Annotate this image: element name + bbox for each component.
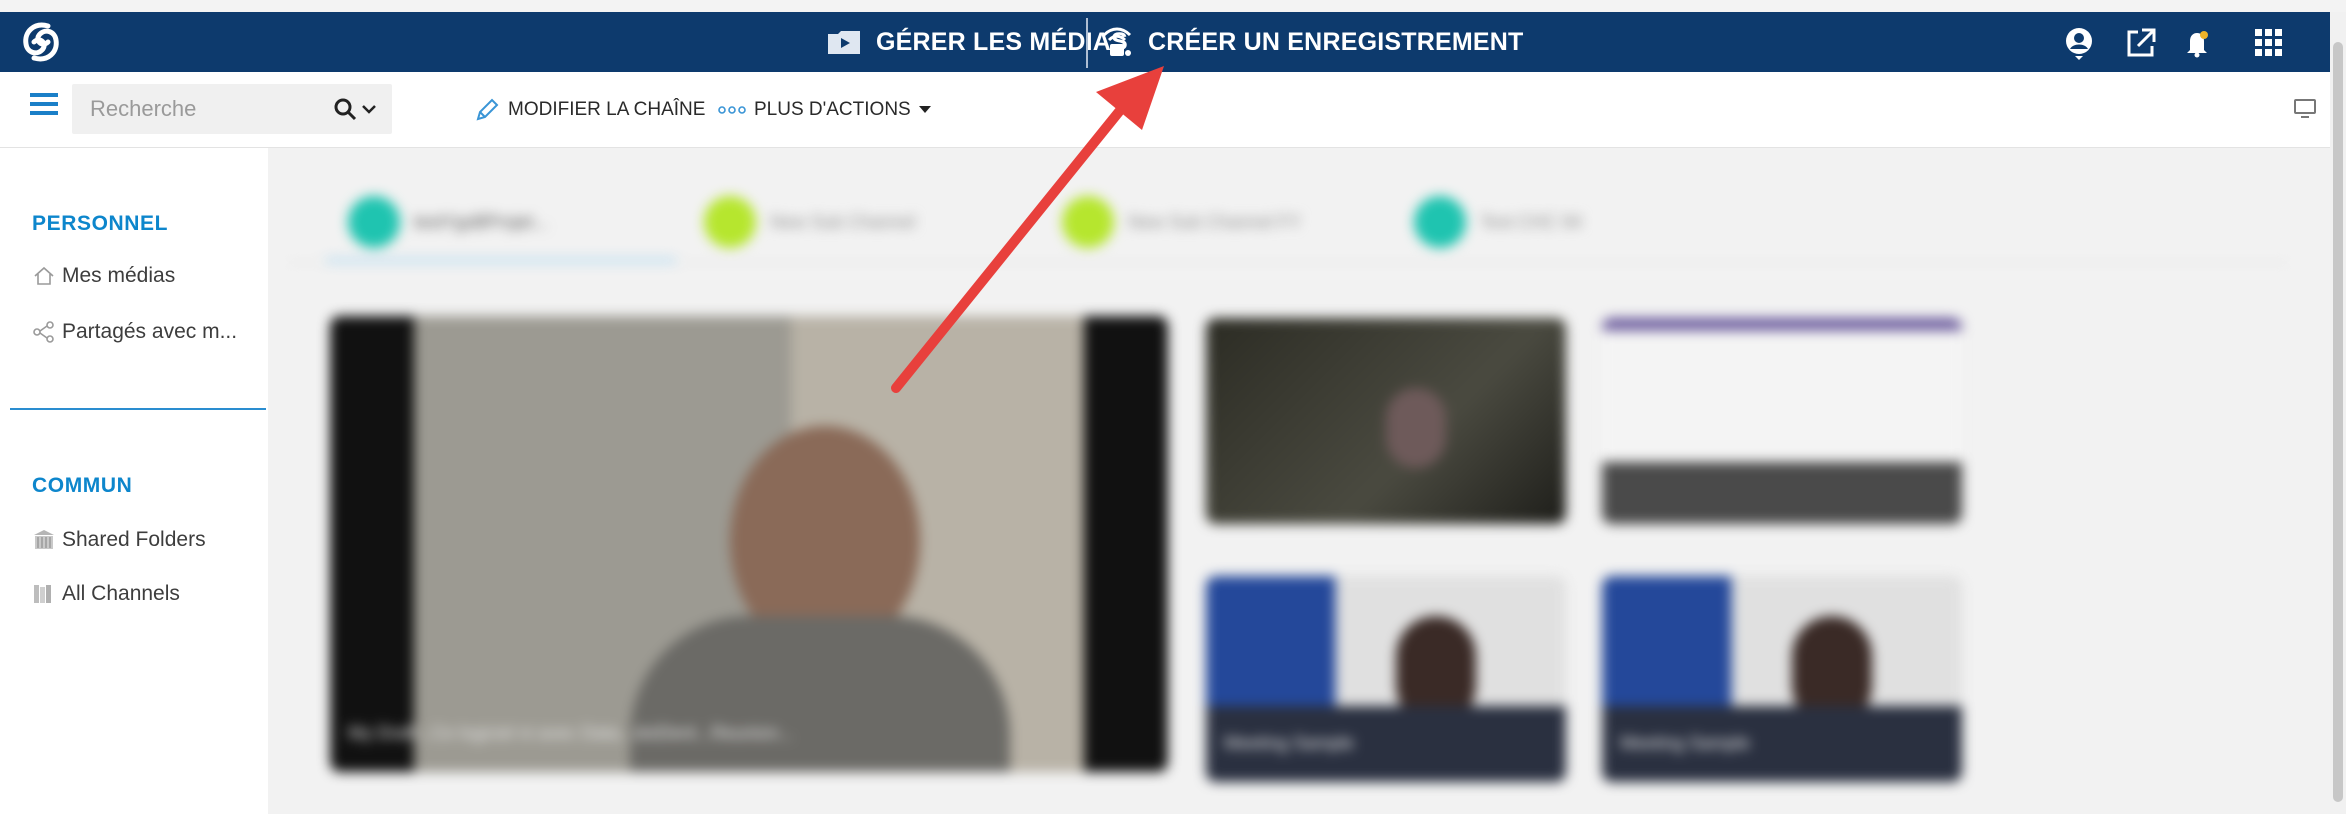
video-thumbnail-featured[interactable]: My Draft...Ce logiciel ni avec Data...do… [330, 316, 1168, 772]
library-books-icon [34, 585, 51, 603]
video-title: My Draft...Ce logiciel ni avec Data...do… [348, 723, 794, 743]
notification-bell-icon[interactable] [2180, 26, 2214, 60]
sidebar: PERSONNEL Mes médias Partagés avec m... … [0, 148, 268, 814]
blurred-channel-content: testYgsBProjet... New Sub Channel New Su… [268, 148, 2330, 814]
sidebar-item-shared-folders[interactable]: Shared Folders [32, 528, 206, 552]
chevron-down-icon [362, 105, 376, 114]
tab-channel-2[interactable]: New Sub Channel [704, 192, 915, 252]
share-icon [33, 321, 54, 343]
edit-channel-button[interactable]: MODIFIER LA CHAÎNE [474, 72, 705, 148]
manage-media-button[interactable]: GÉRER LES MÉDIAS [826, 12, 1128, 72]
building-icon [34, 530, 54, 549]
sidebar-item-my-media[interactable]: Mes médias [32, 264, 175, 288]
hamburger-menu-icon[interactable] [30, 92, 58, 116]
page-scrollbar[interactable] [2330, 12, 2346, 814]
more-dots-icon [718, 106, 746, 114]
channel-avatar [704, 196, 756, 248]
manage-media-label: GÉRER LES MÉDIAS [876, 27, 1128, 56]
sidebar-divider [10, 408, 266, 410]
channel-avatar [348, 196, 400, 248]
monitor-icon[interactable] [2292, 98, 2318, 120]
video-title: Meeting Sample [1224, 733, 1355, 753]
swirl-logo-icon[interactable] [18, 20, 64, 64]
app-grid-icon[interactable] [2252, 26, 2286, 60]
edit-channel-label: MODIFIER LA CHAÎNE [508, 99, 706, 120]
channel-avatar [1062, 196, 1114, 248]
top-navigation-bar: GÉRER LES MÉDIAS CRÉER UN ENREGISTREMENT [0, 12, 2330, 72]
scrollbar-thumb[interactable] [2333, 42, 2343, 802]
tab-channel-4[interactable]: Test CHC 94 [1414, 192, 1582, 252]
external-link-icon[interactable] [2124, 26, 2158, 60]
tab-label: testYgsBProjet... [414, 211, 549, 232]
sidebar-item-label: Shared Folders [62, 528, 206, 551]
sidebar-item-label: Mes médias [62, 264, 176, 287]
user-account-icon[interactable] [2062, 26, 2096, 60]
nav-divider [1086, 18, 1088, 68]
more-actions-label: PLUS D'ACTIONS [754, 99, 911, 120]
search-options-toggle[interactable] [332, 94, 386, 124]
channel-avatar [1414, 196, 1466, 248]
video-title: Meeting Sample [1620, 733, 1751, 753]
home-icon [34, 266, 54, 285]
wireless-recorder-icon [1102, 27, 1132, 56]
create-recording-button[interactable]: CRÉER UN ENREGISTREMENT [1100, 12, 1523, 72]
video-thumbnail[interactable] [1206, 318, 1566, 524]
sidebar-item-shared-with-me[interactable]: Partagés avec m... [32, 320, 237, 344]
video-thumbnail[interactable]: Meeting Sample [1602, 576, 1962, 782]
sidebar-item-all-channels[interactable]: All Channels [32, 582, 180, 606]
search-box [72, 84, 392, 134]
tab-label: Test CHC 94 [1480, 211, 1583, 232]
personal-section-title: PERSONNEL [32, 212, 169, 235]
search-input[interactable] [90, 84, 330, 134]
tab-channel-1[interactable]: testYgsBProjet... [348, 192, 548, 252]
pencil-icon [476, 98, 499, 121]
video-thumbnail[interactable]: Meeting Sample [1206, 576, 1566, 782]
media-folder-icon [828, 31, 860, 54]
main-content: testYgsBProjet... New Sub Channel New Su… [268, 148, 2330, 814]
active-tab-indicator [326, 258, 676, 263]
more-actions-dropdown[interactable]: PLUS D'ACTIONS [718, 72, 931, 148]
caret-down-icon [918, 106, 931, 113]
tab-label: New Sub Channel FY [1128, 211, 1302, 232]
sidebar-item-label: All Channels [62, 582, 180, 605]
tab-label: New Sub Channel [770, 211, 916, 232]
tab-channel-3[interactable]: New Sub Channel FY [1062, 192, 1301, 252]
search-icon [334, 98, 357, 121]
toolbar: MODIFIER LA CHAÎNE PLUS D'ACTIONS [0, 72, 2330, 148]
create-recording-label: CRÉER UN ENREGISTREMENT [1148, 27, 1524, 56]
browser-top-strip [0, 0, 2346, 12]
video-thumbnail[interactable] [1602, 318, 1962, 524]
common-section-title: COMMUN [32, 474, 133, 497]
sidebar-item-label: Partagés avec m... [62, 320, 238, 343]
